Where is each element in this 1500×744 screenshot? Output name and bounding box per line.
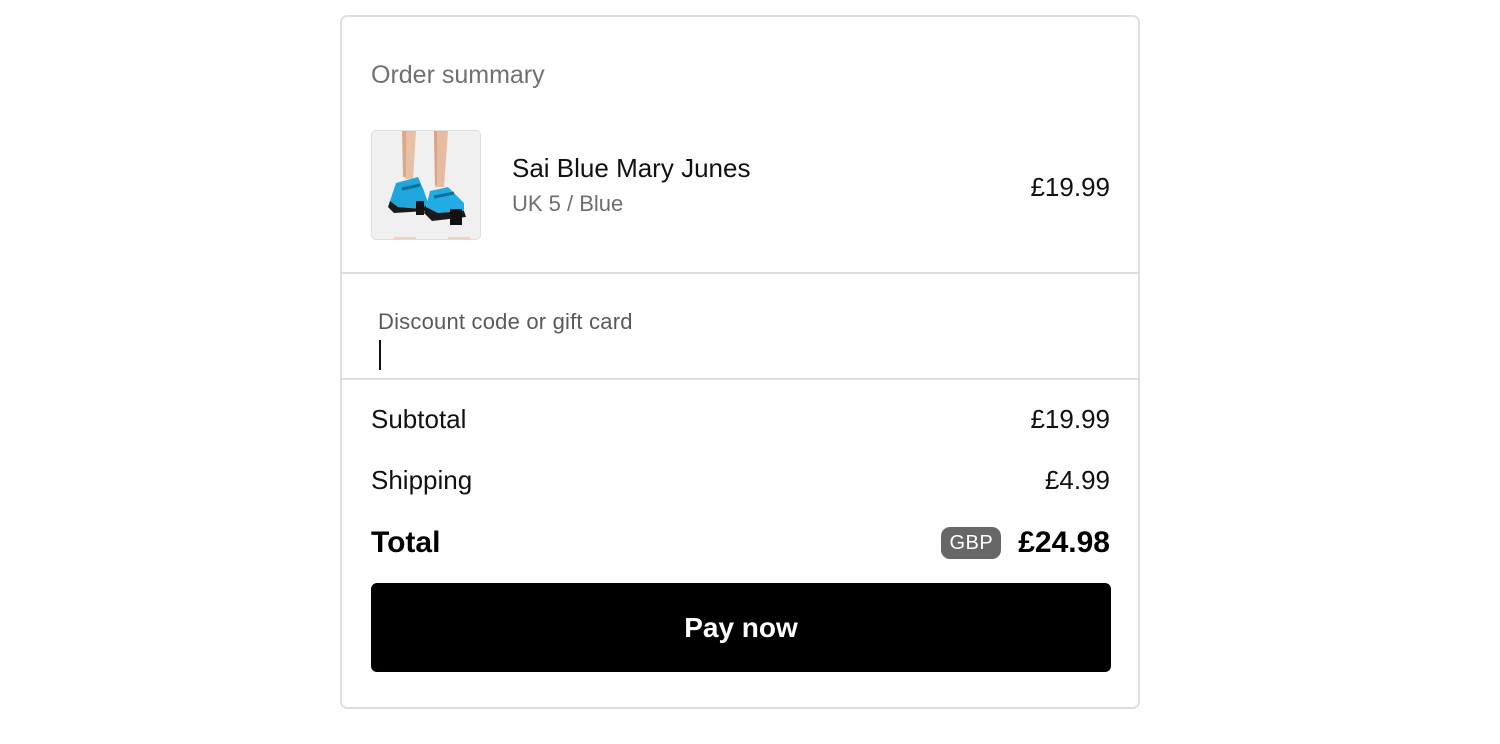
total-label: Total bbox=[371, 526, 441, 559]
blue-mary-jane-shoes-icon bbox=[372, 131, 480, 239]
shipping-label: Shipping bbox=[371, 465, 473, 495]
discount-code-input[interactable] bbox=[378, 339, 1098, 371]
total-value: £24.98 bbox=[1018, 526, 1110, 559]
item-variant: UK 5 / Blue bbox=[512, 191, 624, 216]
text-caret bbox=[379, 340, 381, 370]
line-item: Sai Blue Mary Junes UK 5 / Blue £19.99 bbox=[371, 130, 1110, 243]
order-summary-card: Order summary Sai Blue Mary Junes UK 5 /… bbox=[340, 15, 1140, 709]
divider bbox=[342, 378, 1138, 380]
currency-badge: GBP bbox=[941, 527, 1002, 559]
product-thumbnail bbox=[371, 130, 481, 240]
discount-field-label: Discount code or gift card bbox=[378, 309, 633, 334]
shipping-value: £4.99 bbox=[1044, 465, 1110, 495]
item-price: £19.99 bbox=[1030, 172, 1110, 202]
subtotal-value: £19.99 bbox=[1030, 404, 1110, 434]
discount-field[interactable]: Discount code or gift card bbox=[342, 275, 1138, 379]
item-name: Sai Blue Mary Junes bbox=[512, 153, 751, 183]
order-summary-heading: Order summary bbox=[371, 61, 545, 89]
subtotal-label: Subtotal bbox=[371, 404, 467, 434]
subtotal-row: Subtotal £19.99 bbox=[371, 401, 1110, 437]
total-row: Total GBP £24.98 bbox=[371, 523, 1110, 563]
pay-now-button[interactable]: Pay now bbox=[371, 583, 1111, 672]
total-amount: GBP £24.98 bbox=[941, 523, 1110, 563]
divider bbox=[342, 272, 1138, 274]
shipping-row: Shipping £4.99 bbox=[371, 462, 1110, 498]
